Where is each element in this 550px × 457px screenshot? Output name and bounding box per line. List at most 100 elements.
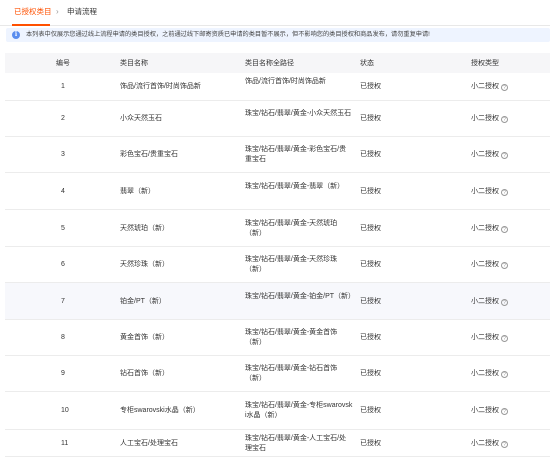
notice-banner: i 本列表中仅展示您通过线上流程申请的类目授权，之前通过线下邮寄资质已申请的类目… [6,28,550,42]
row-auth-type: 小二授权? [471,224,508,234]
auth-type-label: 小二授权 [471,440,499,447]
row-category-name: 翡翠（新） [120,188,155,195]
row-category-name: 饰品/流行首饰/时尚饰品新 [120,83,201,90]
auth-type-label: 小二授权 [471,188,499,195]
row-category-path: 珠宝/钻石/翡翠/黄金-彩色宝石/贵重宝石 [245,146,347,163]
row-auth-type: 小二授权? [471,439,508,449]
table-row: 2 小众天然玉石 珠宝/钻石/翡翠/黄金-小众天然玉石已授权 小二授权? [5,101,550,137]
row-status: 已授权 [360,225,381,232]
row-number: 2 [61,115,65,122]
auth-type-label: 小二授权 [471,334,499,341]
row-number: 4 [61,188,65,195]
row-category-path: 饰品/流行首饰/时尚饰品新 [245,78,326,85]
help-icon[interactable]: ? [501,226,508,233]
help-icon[interactable]: ? [501,116,508,123]
row-auth-type: 小二授权? [471,187,508,197]
row-status: 已授权 [360,151,381,158]
table-row: 7 铂金/PT（新） 珠宝/钻石/翡翠/黄金-铂金/PT（新） 已授权 小二授权? [5,283,550,320]
header-auth-type: 授权类型 [471,60,499,67]
row-category-name: 彩色宝石/贵重宝石 [120,151,178,158]
info-icon: i [12,31,20,39]
row-auth-type: 小二授权? [471,297,508,307]
help-icon[interactable]: ? [501,262,508,269]
row-number: 5 [61,225,65,232]
auth-type-label: 小二授权 [471,225,499,232]
row-category-path: 珠宝/钻石/翡翠/黄金-人工宝石/处理宝石 [245,435,347,452]
row-auth-type: 小二授权? [471,82,508,92]
table-header: 编号 类目名称 类目名称全路径 状态 授权类型 [5,53,550,73]
help-icon[interactable]: ? [501,408,508,415]
row-number: 1 [61,83,65,90]
table-row: 6 天然珍珠（新） 珠宝/钻石/翡翠/黄金-天然珍珠（新） 已授权 小二授权? [5,247,550,283]
active-tab-indicator [12,24,50,26]
auth-type-label: 小二授权 [471,407,499,414]
row-category-path: 珠宝/钻石/翡翠/黄金-专柜swarovski水晶（新） [245,402,353,419]
table-row: 10 专柜swarovski水晶（新） 珠宝/钻石/翡翠/黄金-专柜swarovsk… [5,392,550,430]
row-category-path: 珠宝/钻石/翡翠/黄金-天然珍珠（新） [245,256,338,273]
notice-text: 本列表中仅展示您通过线上流程申请的类目授权，之前通过线下邮寄资质已申请的类目暂不… [26,31,430,38]
header-number: 编号 [56,60,70,67]
row-auth-type: 小二授权? [471,114,508,124]
row-category-path: 珠宝/钻石/翡翠/黄金-小众天然玉石 [245,110,352,117]
table-row: 8 黄金首饰（新） 珠宝/钻石/翡翠/黄金-黄金首饰（新） 已授权 小二授权? [5,320,550,356]
tab-authorized-categories[interactable]: 已授权类目 [14,7,52,17]
row-number: 9 [61,370,65,377]
help-icon[interactable]: ? [501,84,508,91]
row-number: 11 [61,440,69,447]
help-icon[interactable]: ? [501,189,508,196]
header-category-path: 类目名称全路径 [245,60,294,67]
auth-type-label: 小二授权 [471,115,499,122]
row-auth-type: 小二授权? [471,260,508,270]
row-category-path: 珠宝/钻石/翡翠/黄金-黄金首饰（新） [245,329,338,346]
table-row: 9 钻石首饰（新） 珠宝/钻石/翡翠/黄金-钻石首饰（新） 已授权 小二授权? [5,356,550,392]
row-number: 10 [61,407,69,414]
auth-type-label: 小二授权 [471,370,499,377]
row-status: 已授权 [360,440,381,447]
tab-application-process[interactable]: 申请流程 [67,7,97,17]
row-auth-type: 小二授权? [471,333,508,343]
row-category-name: 专柜swarovski水晶（新） [120,407,200,414]
row-status: 已授权 [360,261,381,268]
auth-type-label: 小二授权 [471,151,499,158]
table-row: 4 翡翠（新） 珠宝/钻石/翡翠/黄金-翡翠（新） 已授权 小二授权? [5,173,550,210]
row-number: 8 [61,334,65,341]
row-auth-type: 小二授权? [471,150,508,160]
row-category-name: 小众天然玉石 [120,115,162,122]
auth-type-label: 小二授权 [471,83,499,90]
row-status: 已授权 [360,188,381,195]
row-category-name: 天然珍珠（新） [120,261,169,268]
row-category-path: 珠宝/钻石/翡翠/黄金-钻石首饰（新） [245,365,338,382]
tab-bar: 已授权类目 › 申请流程 [0,0,550,26]
row-auth-type: 小二授权? [471,369,508,379]
help-icon[interactable]: ? [501,371,508,378]
row-category-name: 钻石首饰（新） [120,370,169,377]
table-row: 1 饰品/流行首饰/时尚饰品新 饰品/流行首饰/时尚饰品新 已授权 小二授权? [5,73,550,101]
row-status: 已授权 [360,115,381,122]
row-status: 已授权 [360,334,381,341]
row-category-name: 铂金/PT（新） [120,298,166,305]
row-status: 已授权 [360,407,381,414]
table-row: 11 人工宝石/处理宝石 珠宝/钻石/翡翠/黄金-人工宝石/处理宝石 已授权 小二授权? [5,430,550,457]
help-icon[interactable]: ? [501,441,508,448]
help-icon[interactable]: ? [501,335,508,342]
row-category-name: 黄金首饰（新） [120,334,169,341]
chevron-right-icon: › [56,7,59,16]
row-status: 已授权 [360,83,381,90]
row-category-path: 珠宝/钻石/翡翠/黄金-铂金/PT（新） [245,293,356,300]
help-icon[interactable]: ? [501,152,508,159]
row-number: 3 [61,151,65,158]
row-auth-type: 小二授权? [471,406,508,416]
table-row: 5 天然琥珀（新） 珠宝/钻石/翡翠/黄金-天然琥珀（新） 已授权 小二授权? [5,210,550,247]
row-category-path: 珠宝/钻石/翡翠/黄金-翡翠（新） [245,183,345,190]
auth-type-label: 小二授权 [471,298,499,305]
row-category-name: 天然琥珀（新） [120,225,169,232]
row-status: 已授权 [360,298,381,305]
row-status: 已授权 [360,370,381,377]
row-category-path: 珠宝/钻石/翡翠/黄金-天然琥珀（新） [245,220,338,237]
row-category-name: 人工宝石/处理宝石 [120,440,178,447]
row-number: 6 [61,261,65,268]
row-number: 7 [61,298,65,305]
help-icon[interactable]: ? [501,299,508,306]
table-row: 3 彩色宝石/贵重宝石 珠宝/钻石/翡翠/黄金-彩色宝石/贵重宝石 已授权 小二授权? [5,137,550,173]
header-category-name: 类目名称 [120,60,148,67]
